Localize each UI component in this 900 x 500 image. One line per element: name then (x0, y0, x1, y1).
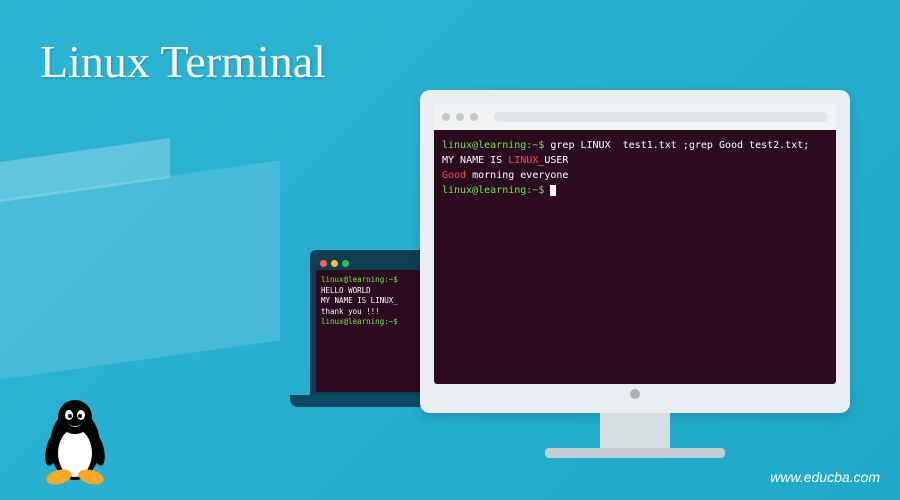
terminal-prompt: linux@learning:~$ (442, 185, 550, 196)
terminal-command: grep LINUX test1.txt ;grep Good test2.tx… (544, 140, 809, 151)
browser-titlebar (434, 104, 836, 130)
close-icon (320, 260, 327, 267)
minimize-icon (331, 260, 338, 267)
terminal-prompt: linux@learning:~$ (321, 317, 398, 326)
terminal-output-text: morning everyone (466, 170, 568, 181)
monitor-terminal: linux@learning:~$ grep LINUX test1.txt ;… (434, 130, 836, 384)
grep-match-highlight: Good (442, 170, 466, 181)
terminal-prompt: linux@learning:~$ (321, 275, 398, 284)
monitor-illustration: linux@learning:~$ grep LINUX test1.txt ;… (420, 90, 850, 458)
monitor-power-button-icon (630, 389, 640, 399)
terminal-output-text: _USER (538, 155, 568, 166)
window-control-icon (442, 113, 450, 121)
monitor-frame: linux@learning:~$ grep LINUX test1.txt ;… (420, 90, 850, 413)
tux-penguin-icon (35, 395, 115, 485)
monitor-base (545, 448, 725, 458)
terminal-prompt: linux@learning:~$ (442, 140, 544, 151)
grep-match-highlight: LINUX (508, 155, 538, 166)
window-control-icon (470, 113, 478, 121)
window-control-icon (456, 113, 464, 121)
terminal-cursor-icon (550, 185, 556, 196)
maximize-icon (342, 260, 349, 267)
browser-url-bar (494, 112, 828, 122)
terminal-output-text: MY NAME IS (442, 155, 508, 166)
website-url: www.educba.com (770, 469, 880, 485)
monitor-screen: linux@learning:~$ grep LINUX test1.txt ;… (434, 104, 836, 384)
monitor-stand (600, 413, 670, 448)
page-title: Linux Terminal (40, 35, 326, 88)
